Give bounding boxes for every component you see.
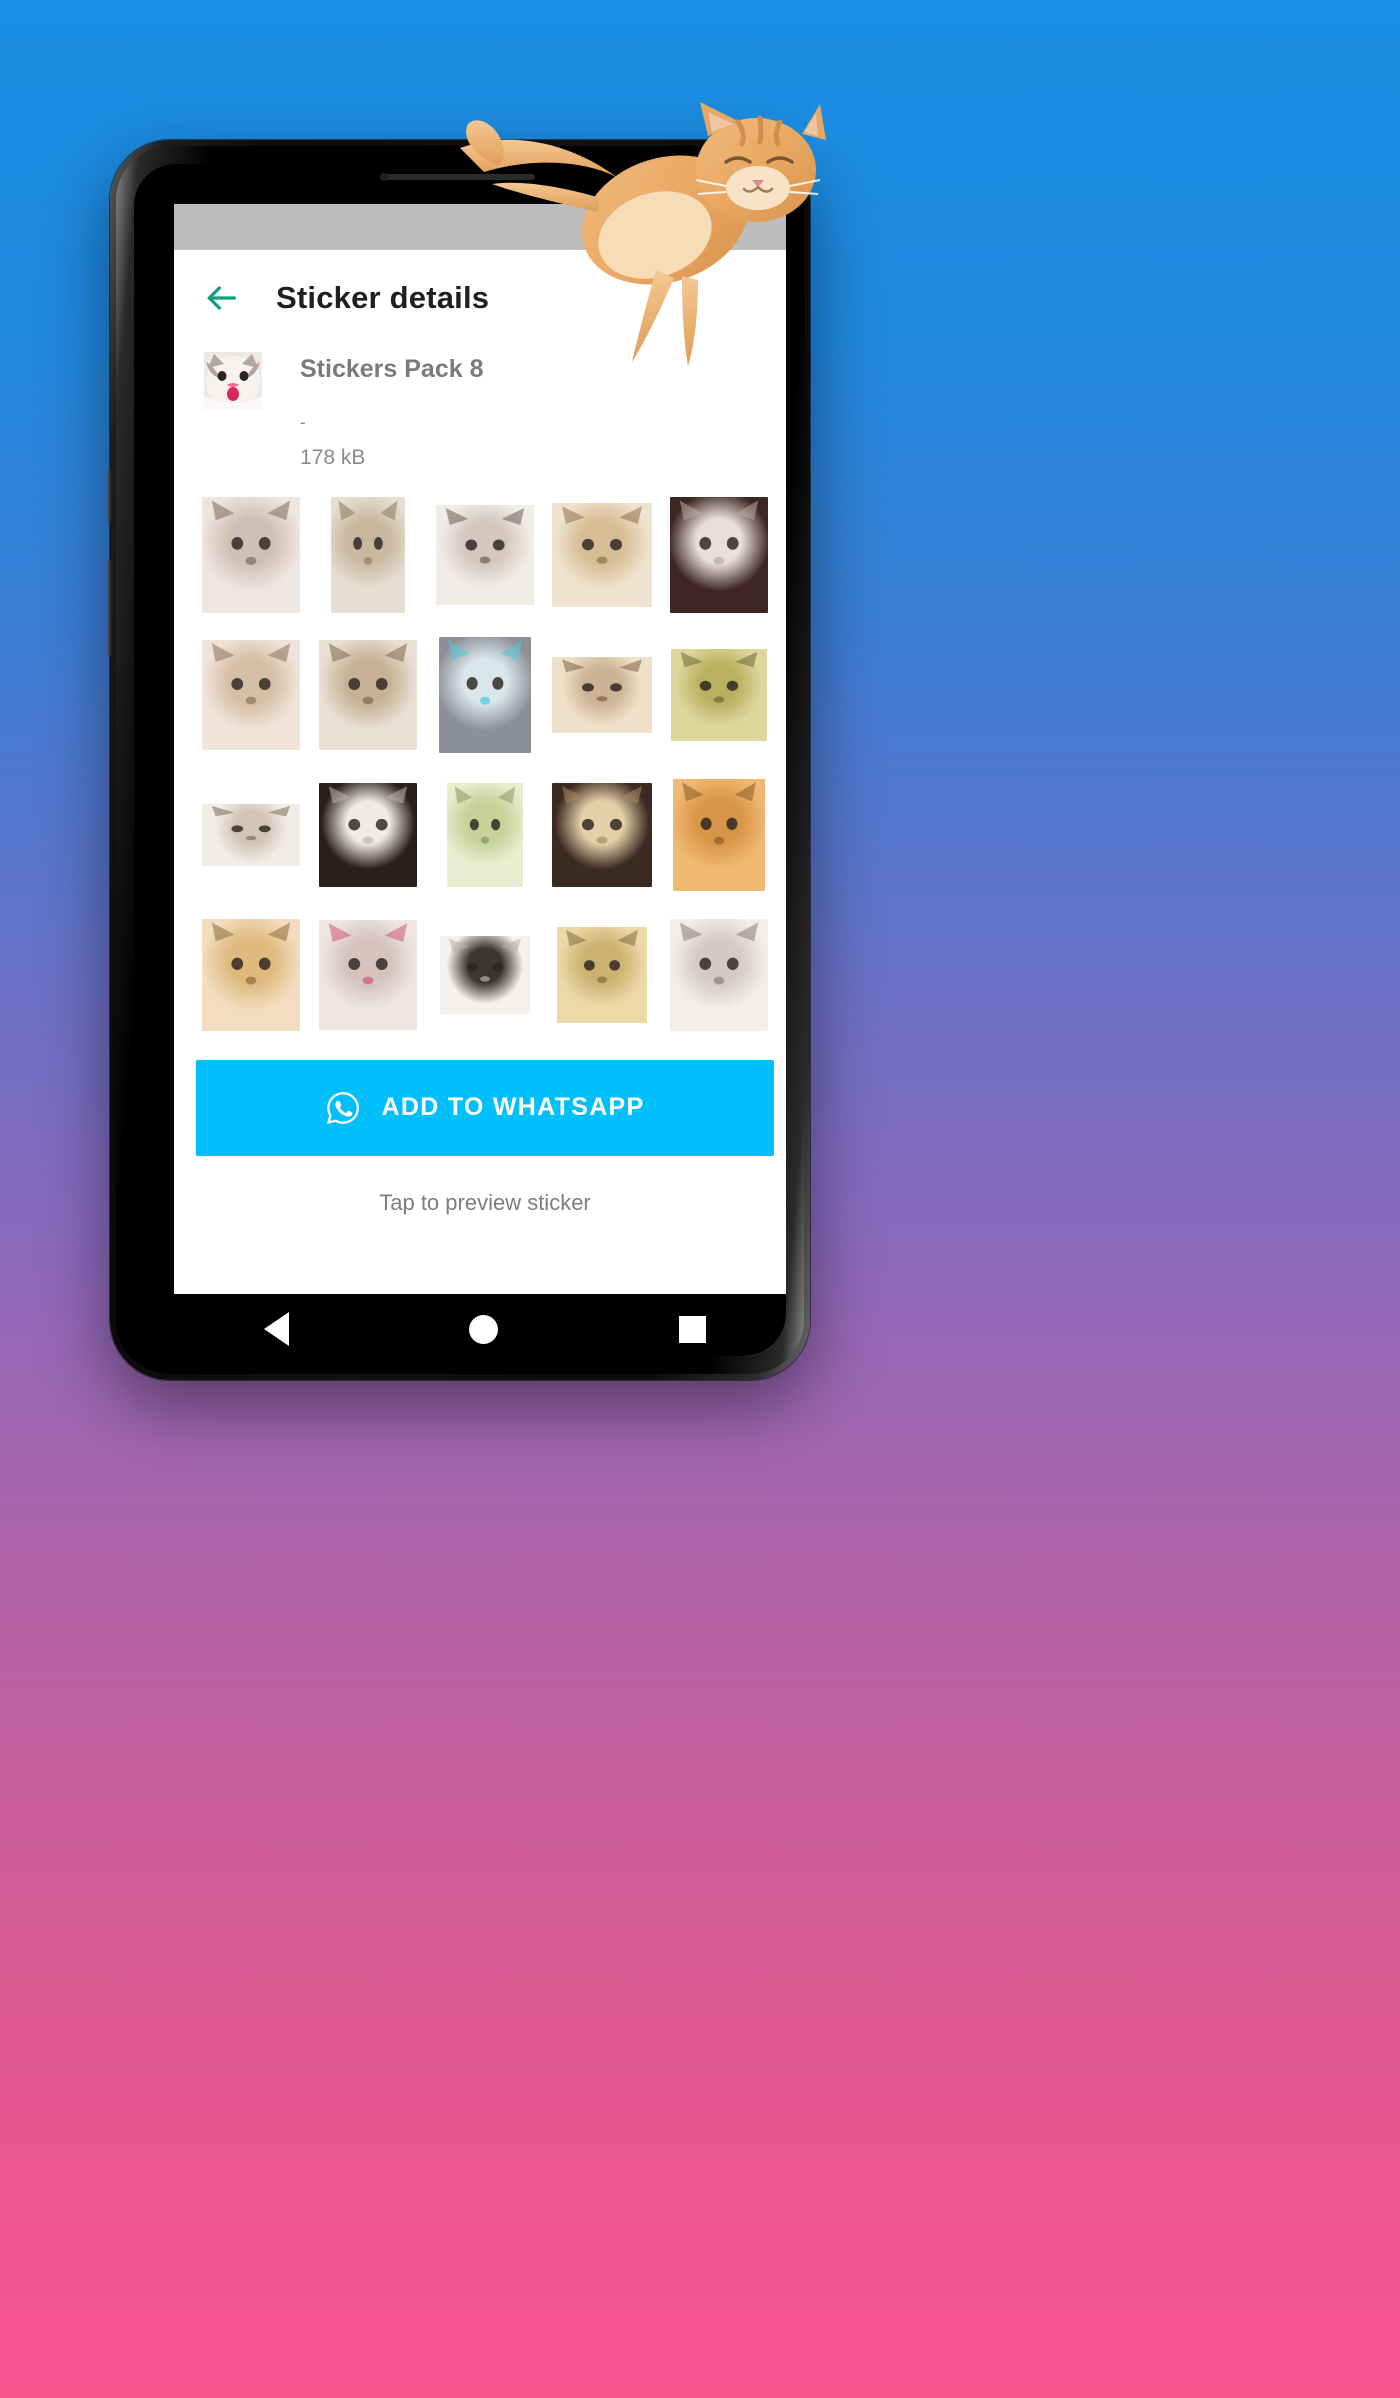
phone-screen-area: Sticker details Stickers Pack 8 - 178 kB… xyxy=(134,164,786,1356)
power-button[interactable] xyxy=(107,560,112,656)
white-cat-angry-eyes-icon xyxy=(435,504,534,605)
volume-button[interactable] xyxy=(107,470,112,522)
sticker-item[interactable] xyxy=(426,916,543,1034)
nav-recents-square-icon[interactable] xyxy=(678,1315,706,1343)
cream-cat-side-glance-icon xyxy=(201,639,300,750)
page-title: Sticker details xyxy=(276,280,490,315)
cat-crying-blue-tears-icon xyxy=(438,636,531,753)
cta-wrap: ADD TO WHATSAPP Tap to preview sticker xyxy=(174,1034,786,1216)
front-camera xyxy=(380,173,388,181)
sticker-item[interactable] xyxy=(544,916,661,1034)
nav-home-circle-icon[interactable] xyxy=(469,1314,499,1344)
app-content: Sticker details Stickers Pack 8 - 178 kB… xyxy=(174,250,786,1298)
sticker-item[interactable] xyxy=(426,496,543,614)
whatsapp-icon xyxy=(325,1090,361,1126)
cat-in-doorway-icon xyxy=(330,496,405,613)
add-to-whatsapp-button[interactable]: ADD TO WHATSAPP xyxy=(196,1059,774,1156)
sticker-item[interactable] xyxy=(309,496,426,614)
black-white-cat-lying-icon xyxy=(439,935,530,1014)
kitten-pink-nose-surprised-icon xyxy=(318,919,417,1030)
android-nav-bar xyxy=(174,1294,786,1356)
cat-with-flower-headband-icon xyxy=(552,782,653,887)
sticker-item[interactable] xyxy=(426,636,543,754)
sticker-grid xyxy=(174,496,786,1034)
arrow-left-icon[interactable] xyxy=(198,275,244,321)
app-bar: Sticker details xyxy=(174,250,786,346)
sticker-item[interactable] xyxy=(544,496,661,614)
sticker-item[interactable] xyxy=(426,776,543,894)
scottish-fold-cat-icon xyxy=(318,639,417,750)
sticker-item[interactable] xyxy=(309,776,426,894)
phone-device: Sticker details Stickers Pack 8 - 178 kB… xyxy=(107,140,810,1380)
pack-title: Stickers Pack 8 xyxy=(300,355,484,383)
white-cat-paw-mouth-icon xyxy=(670,918,769,1031)
two-cats-cuddling-icon xyxy=(552,656,653,733)
sticker-item[interactable] xyxy=(661,776,778,894)
sticker-pack-thumbnail xyxy=(204,352,262,410)
sticker-item[interactable] xyxy=(192,636,309,754)
pack-meta: Stickers Pack 8 - 178 kB xyxy=(300,352,484,469)
phone-bezel: Sticker details Stickers Pack 8 - 178 kB… xyxy=(116,146,804,1374)
cat-yellow-filter-shocked-icon xyxy=(671,648,768,741)
kitten-tongue-out-icon xyxy=(201,496,300,613)
sticker-item[interactable] xyxy=(661,636,778,754)
earpiece-speaker xyxy=(385,174,535,180)
sticker-item[interactable] xyxy=(661,916,778,1034)
pack-publisher: - xyxy=(300,412,306,432)
sticker-item[interactable] xyxy=(544,636,661,754)
sticker-item[interactable] xyxy=(192,496,309,614)
app-screen: Sticker details Stickers Pack 8 - 178 kB… xyxy=(174,204,786,1356)
pack-info-row[interactable]: Stickers Pack 8 - 178 kB xyxy=(174,346,786,468)
status-bar xyxy=(174,204,786,250)
sticker-item[interactable] xyxy=(309,636,426,754)
confused-cat-question-marks-icon xyxy=(552,502,653,607)
sticker-item[interactable] xyxy=(192,776,309,894)
sticker-item[interactable] xyxy=(192,916,309,1034)
nav-back-triangle-icon[interactable] xyxy=(264,1312,290,1346)
white-kitten-dark-background-icon xyxy=(670,496,769,613)
orange-kitten-tongue-icon xyxy=(673,778,766,891)
cat-with-sunglasses-icon xyxy=(201,918,300,1031)
sticker-item[interactable] xyxy=(309,916,426,1034)
sticker-item[interactable] xyxy=(661,496,778,614)
white-fluffy-kitten-dark-icon xyxy=(318,782,417,887)
sticker-item[interactable] xyxy=(544,776,661,894)
pack-size: 178 kB xyxy=(300,445,366,469)
cat-big-eyes-beige-icon xyxy=(557,926,648,1023)
yellow-green-puppy-cat-icon xyxy=(446,782,523,887)
add-to-whatsapp-label: ADD TO WHATSAPP xyxy=(381,1093,645,1121)
cat-peeking-over-ledge-icon xyxy=(201,803,300,866)
preview-hint: Tap to preview sticker xyxy=(379,1189,591,1215)
